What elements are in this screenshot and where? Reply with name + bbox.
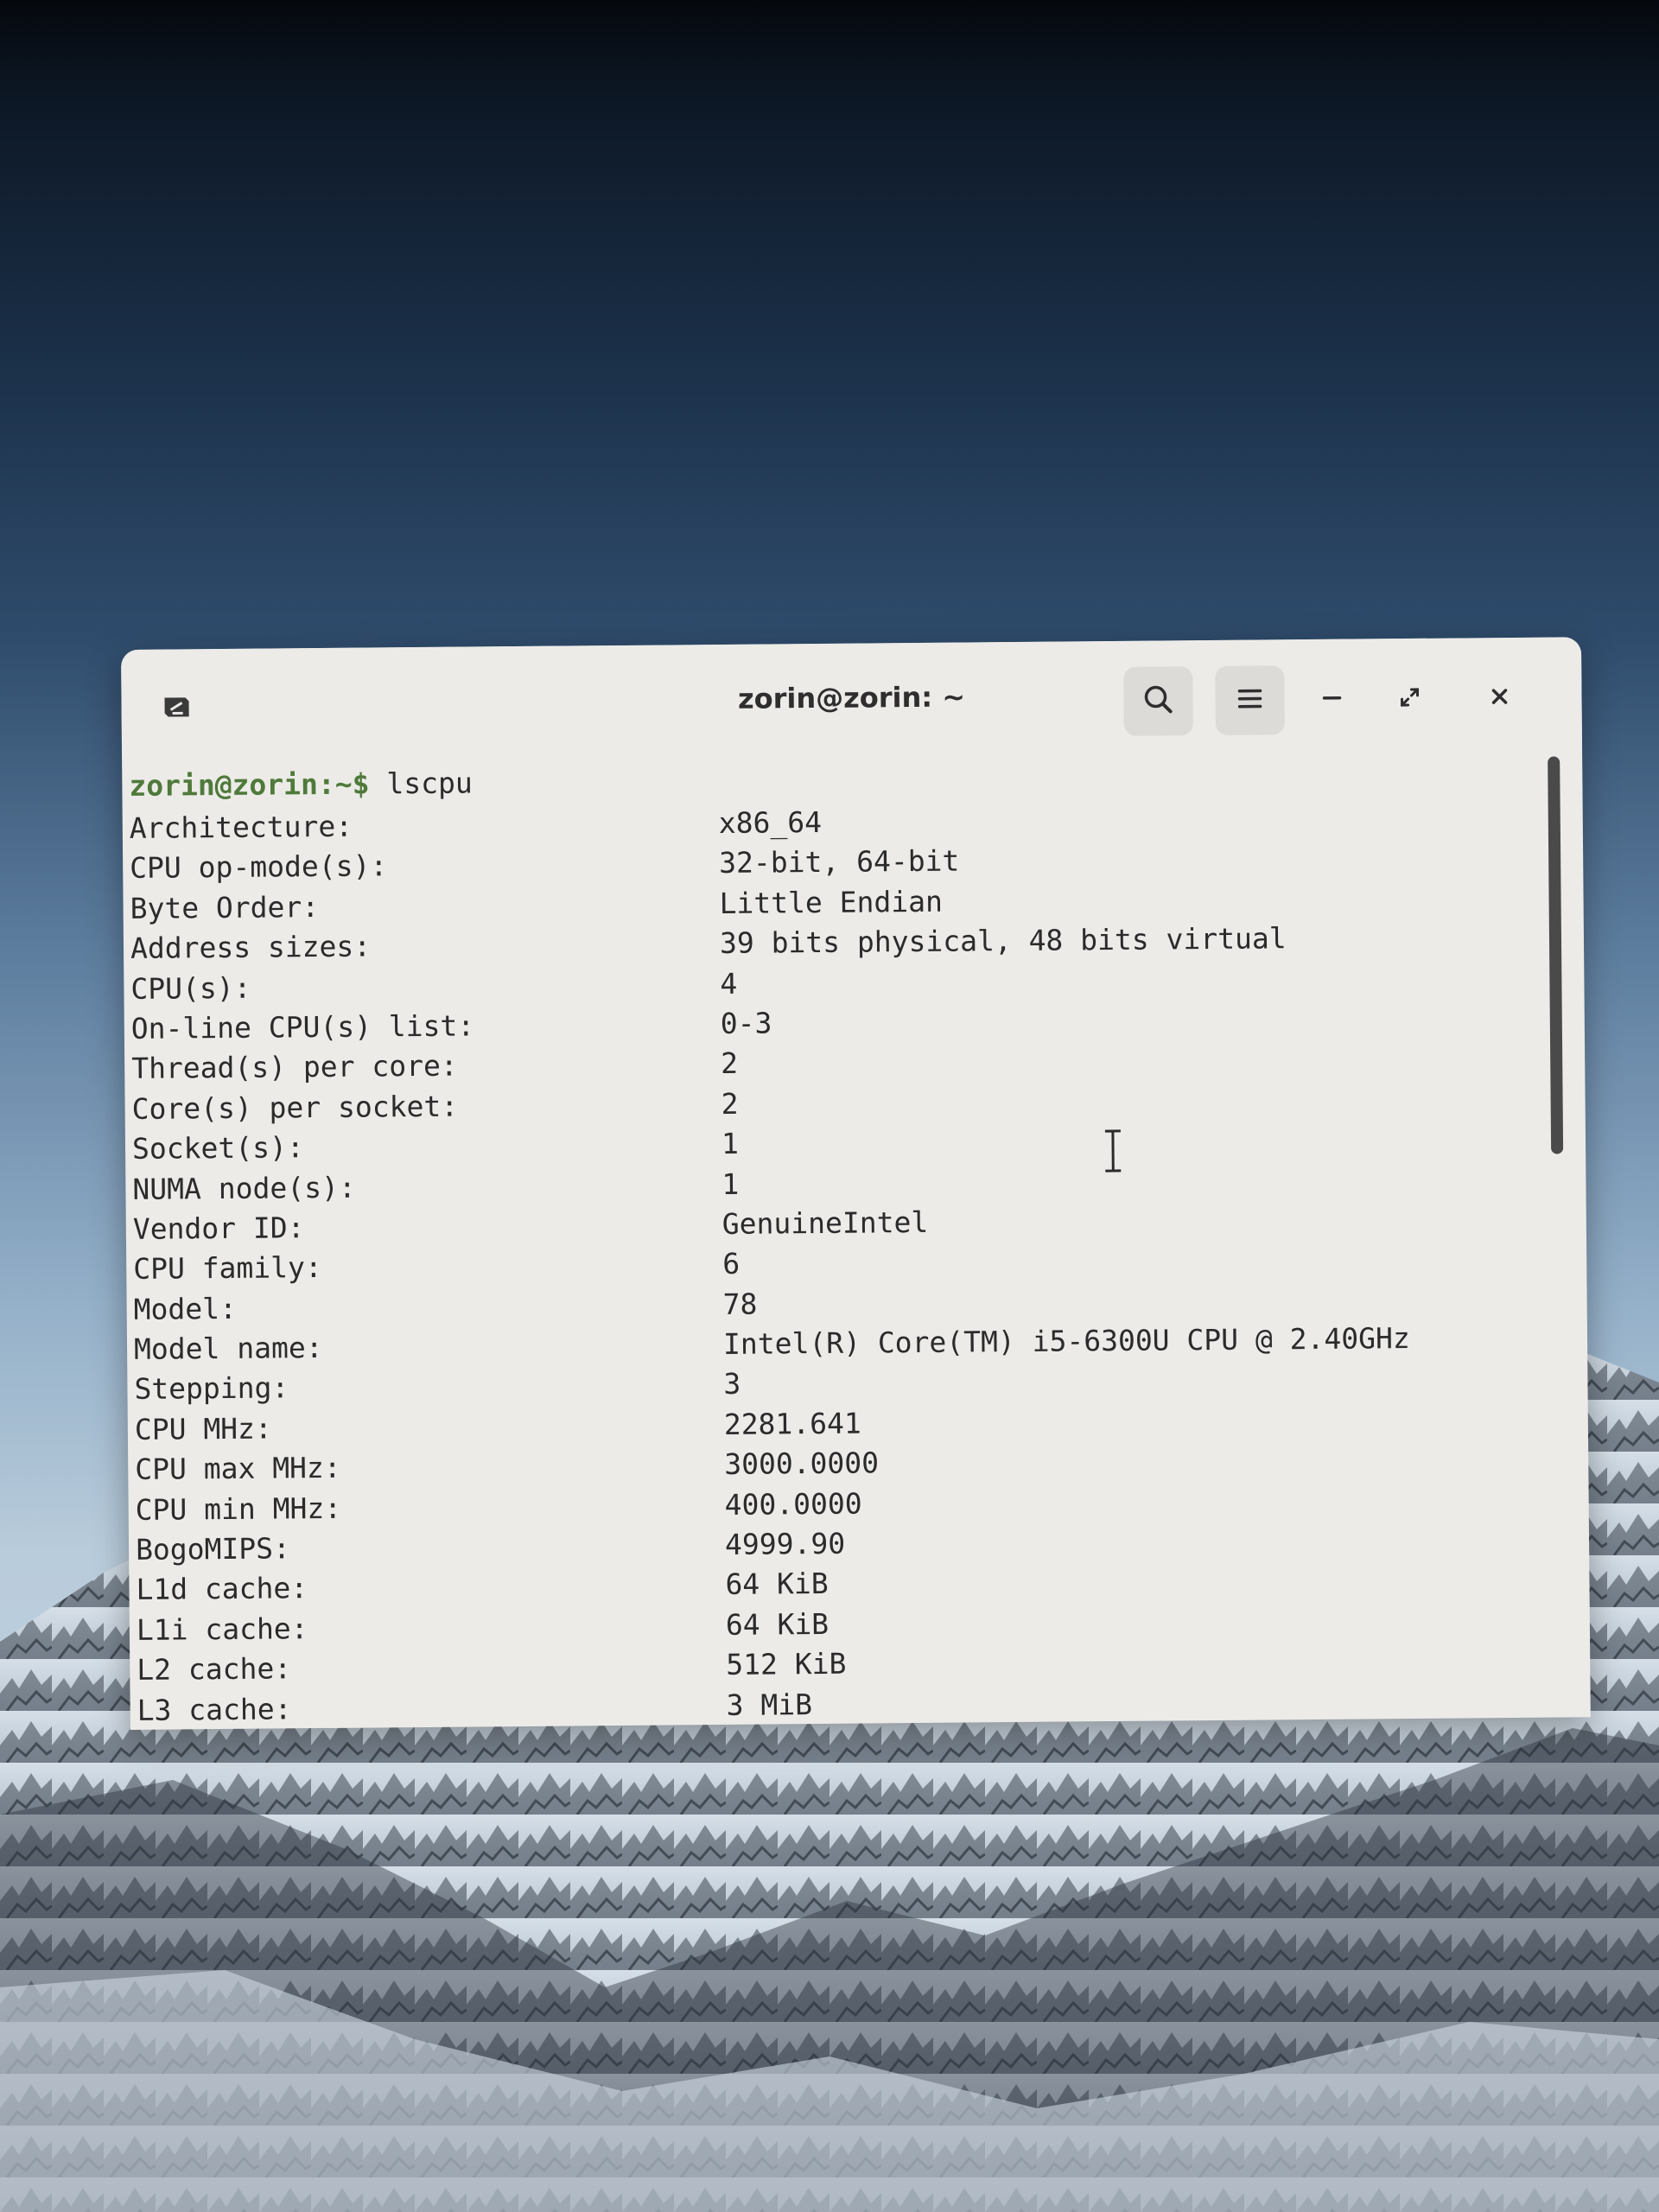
row-label: Address sizes:: [130, 929, 372, 966]
row-value: 64 KiB: [725, 1567, 829, 1602]
row-label: CPU MHz:: [134, 1411, 272, 1446]
row-value: GenuineIntel: [721, 1205, 929, 1241]
row-value: 1: [721, 1166, 740, 1201]
row-label: Model:: [133, 1291, 238, 1326]
row-value: Little Endian: [719, 884, 944, 920]
minimize-icon: [1319, 685, 1344, 715]
terminal-window[interactable]: zorin@zorin: ~ zorin@zorin:~$ lscpu Arch…: [121, 637, 1591, 1730]
row-value: 1: [721, 1126, 740, 1161]
maximize-icon: [1396, 684, 1422, 714]
row-label: Byte Order:: [130, 889, 320, 925]
lscpu-output: Architecture: x86_64 CPU op-mode(s): 32-bi…: [130, 797, 1546, 1730]
row-value: 64 KiB: [725, 1606, 830, 1642]
row-value: 2281.641: [723, 1406, 861, 1441]
row-label: CPU max MHz:: [135, 1451, 341, 1487]
row-label: L3 cache:: [137, 1691, 292, 1727]
row-value: 78: [722, 1287, 758, 1321]
row-label: L1d cache:: [136, 1571, 308, 1607]
row-value: 512 KiB: [726, 1646, 847, 1682]
row-value: 4: [720, 966, 738, 1001]
window-title: zorin@zorin: ~: [737, 680, 966, 715]
row-label: Vendor ID:: [132, 1211, 305, 1246]
row-label: CPU(s):: [130, 970, 251, 1006]
row-label: BogoMIPS:: [135, 1531, 291, 1567]
shell-prompt: zorin@zorin:~$: [129, 766, 370, 803]
row-label: CPU min MHz:: [135, 1491, 342, 1527]
row-label: CPU op-mode(s):: [130, 849, 388, 886]
row-value: 6: [722, 1247, 741, 1281]
row-value: 2: [721, 1086, 739, 1121]
search-button[interactable]: [1123, 666, 1193, 736]
hamburger-menu-icon: [1234, 683, 1265, 717]
row-value: x86_64: [718, 804, 823, 840]
menu-button[interactable]: [1215, 665, 1285, 735]
maximize-button[interactable]: [1379, 664, 1440, 734]
text-cursor-icon: [1100, 1128, 1126, 1173]
row-label: L2 cache:: [137, 1651, 292, 1688]
row-value: 32-bit, 64-bit: [719, 843, 960, 880]
row-value: 3 MiB: [726, 1687, 813, 1722]
row-label: L1i cache:: [136, 1611, 308, 1647]
row-value: 3: [723, 1367, 741, 1402]
row-label: Model name:: [133, 1331, 323, 1366]
search-icon: [1141, 682, 1175, 720]
row-label: Thread(s) per core:: [131, 1048, 458, 1086]
row-label: On-line CPU(s) list:: [130, 1008, 475, 1046]
row-label: CPU family:: [133, 1250, 322, 1287]
row-value: 2: [721, 1046, 739, 1081]
close-button[interactable]: [1469, 664, 1530, 734]
scrollbar-thumb[interactable]: [1548, 756, 1564, 1154]
minimize-button[interactable]: [1301, 664, 1363, 734]
terminal-output[interactable]: zorin@zorin:~$ lscpu Architecture: x86_64…: [129, 747, 1546, 1726]
close-icon: [1486, 683, 1512, 713]
row-value: 3000.0000: [724, 1446, 880, 1482]
titlebar[interactable]: zorin@zorin: ~: [121, 637, 1583, 759]
row-value: 400.0000: [724, 1486, 862, 1522]
row-value: Intel(R) Core(TM) i5-6300U CPU @ 2.40GHz: [722, 1321, 1410, 1362]
row-value: 0-3: [720, 1006, 772, 1040]
prompt-line: zorin@zorin:~$ lscpu: [129, 766, 473, 802]
row-label: Core(s) per socket:: [131, 1089, 459, 1126]
row-value: 39 bits physical, 48 bits virtual: [719, 921, 1287, 961]
row-label: Architecture:: [129, 809, 353, 845]
command-text: lscpu: [369, 766, 473, 801]
row-label: Stepping:: [134, 1370, 289, 1407]
row-label: Socket(s):: [131, 1130, 304, 1166]
scrollbar[interactable]: [1548, 749, 1568, 1708]
row-value: 4999.90: [724, 1526, 846, 1561]
row-label: NUMA node(s):: [132, 1170, 356, 1206]
